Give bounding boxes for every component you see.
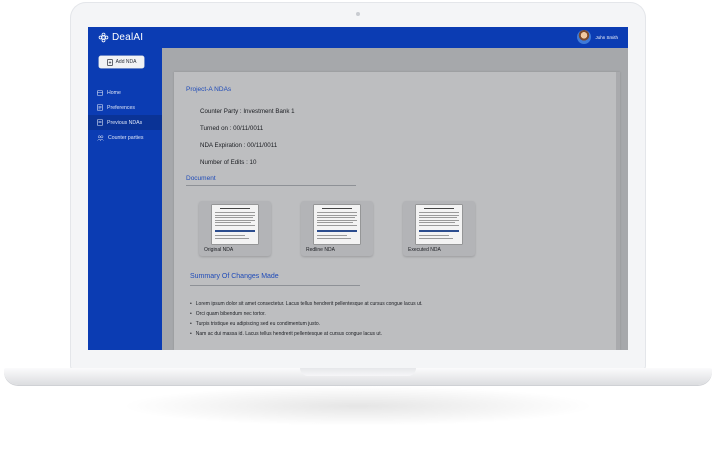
counter-party-field: Counter Party : Investment Bank 1: [200, 108, 295, 115]
user-menu[interactable]: John Smith: [577, 30, 618, 44]
documents-heading: Document: [186, 175, 216, 182]
document-card-executed[interactable]: Executed NDA: [403, 201, 475, 256]
brand-name: DealAI: [112, 32, 144, 43]
list-item: Lorem ipsum dolor sit amet consectetur. …: [190, 299, 423, 309]
add-nda-button[interactable]: Add NDA: [99, 56, 144, 68]
sidebar-item-label: Previous NDAs: [107, 119, 143, 126]
list-item: Nam ac dui massa id. Lacus tellus hendre…: [190, 329, 423, 339]
document-thumbnail: [416, 205, 462, 244]
laptop-shadow: [120, 386, 596, 426]
laptop-notch: [300, 368, 416, 376]
edits-field: Number of Edits : 10: [200, 159, 257, 166]
document-icon: [97, 119, 103, 126]
sidebar-nav: Home Preferences Previous NDAs Counter p…: [88, 85, 162, 145]
people-icon: [97, 134, 104, 141]
summary-list: Lorem ipsum dolor sit amet consectetur. …: [190, 299, 423, 339]
user-name: John Smith: [595, 34, 618, 40]
brand-logo[interactable]: DealAI: [98, 32, 143, 43]
webcam: [356, 12, 360, 16]
document-label: Executed NDA: [408, 247, 441, 253]
sidebar-item-home[interactable]: Home: [88, 85, 162, 100]
project-title: Project-A NDAs: [186, 86, 232, 93]
divider: [186, 185, 356, 186]
expiration-field: NDA Expiration : 00/11/0011: [200, 142, 278, 149]
document-thumbnail: [212, 205, 258, 244]
sidebar-item-label: Home: [107, 89, 121, 96]
home-icon: [97, 89, 103, 96]
sidebar: Add NDA Home Preferences Previous NDAs C…: [88, 48, 162, 350]
document-label: Redline NDA: [306, 247, 335, 253]
add-document-icon: [106, 58, 113, 66]
list-item: Turpis tristique eu adipiscing sed eu co…: [190, 319, 423, 329]
document-card-redline[interactable]: Redline NDA: [301, 201, 373, 256]
sidebar-item-counter-parties[interactable]: Counter parties: [88, 130, 162, 145]
sidebar-item-label: Preferences: [107, 104, 135, 111]
sidebar-item-preferences[interactable]: Preferences: [88, 100, 162, 115]
divider: [190, 285, 360, 286]
brand-logo-icon: [98, 32, 109, 43]
turned-on-field: Turned on : 00/11/0011: [200, 125, 264, 132]
add-nda-label: Add NDA: [115, 59, 137, 65]
nda-detail-card: Project-A NDAs Counter Party : Investmen…: [174, 72, 620, 350]
list-item: Orci quam bibendum nec tortor.: [190, 309, 423, 319]
preferences-icon: [97, 104, 103, 111]
top-bar: DealAI John Smith: [88, 27, 628, 48]
document-thumbnail: [314, 205, 360, 244]
sidebar-item-label: Counter parties: [108, 134, 144, 141]
sidebar-item-previous-ndas[interactable]: Previous NDAs: [88, 115, 162, 130]
document-card-original[interactable]: Original NDA: [199, 201, 271, 256]
app-screen: DealAI John Smith Add NDA Home Preferenc…: [88, 27, 628, 350]
scrollbar[interactable]: [616, 72, 620, 350]
document-label: Original NDA: [204, 247, 234, 253]
summary-heading: Summary Of Changes Made: [190, 273, 279, 280]
avatar[interactable]: [577, 30, 592, 44]
